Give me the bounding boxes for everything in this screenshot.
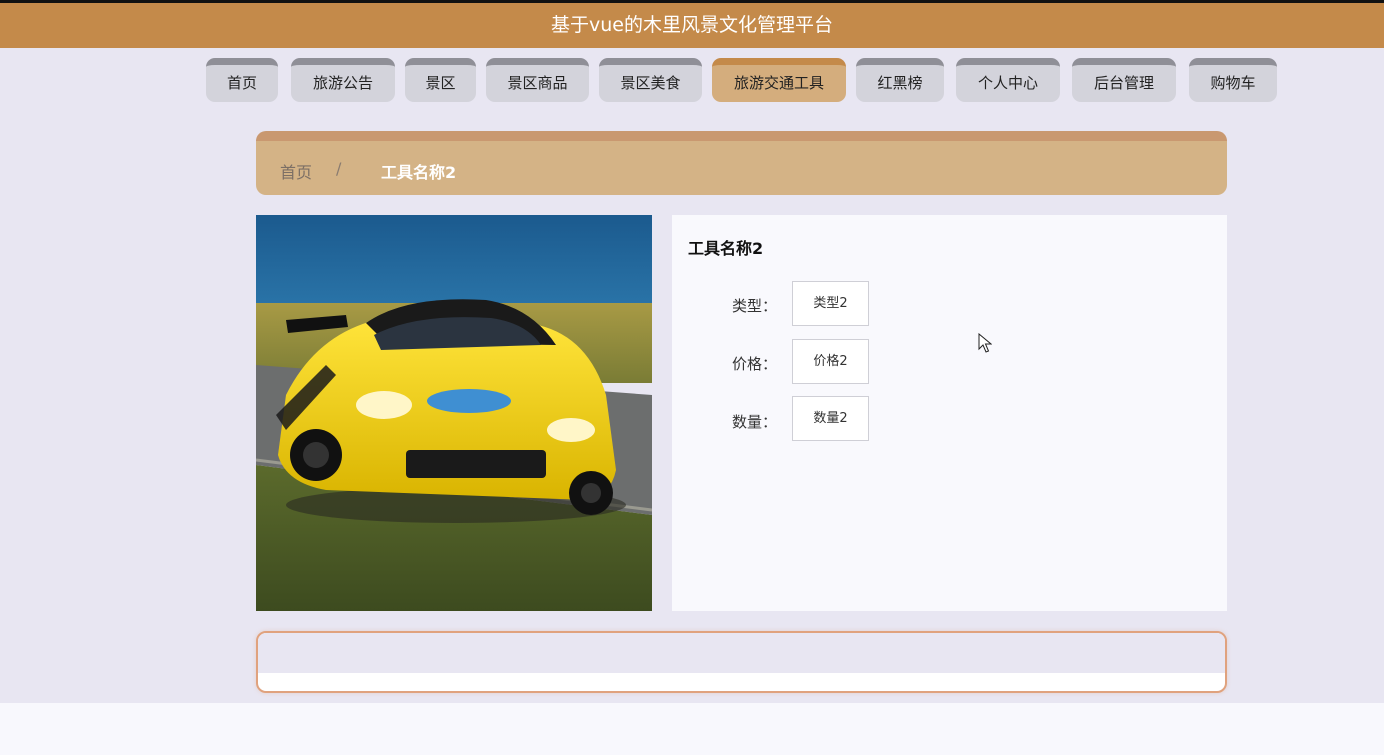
comment-box[interactable] — [256, 631, 1227, 693]
nav-item-admin[interactable]: 后台管理 — [1072, 58, 1176, 102]
price-value: 价格2 — [792, 339, 869, 384]
breadcrumb-home-link[interactable]: 首页 — [280, 159, 312, 183]
site-title: 基于vue的木里风景文化管理平台 — [551, 14, 833, 36]
quantity-value: 数量2 — [792, 396, 869, 441]
nav-item-ranking[interactable]: 红黑榜 — [856, 58, 944, 102]
quantity-label: 数量： — [732, 413, 778, 431]
mouse-cursor-icon — [978, 333, 992, 353]
nav-item-scenic-spots[interactable]: 景区 — [405, 58, 476, 102]
product-image — [256, 215, 652, 611]
comment-box-header — [258, 633, 1225, 673]
nav-item-cart[interactable]: 购物车 — [1189, 58, 1277, 102]
nav-item-scenic-food[interactable]: 景区美食 — [599, 58, 702, 102]
nav-item-announcements[interactable]: 旅游公告 — [291, 58, 395, 102]
detail-panel: 工具名称2 类型： 类型2 价格： 价格2 数量： 数量2 — [672, 215, 1227, 611]
price-label: 价格： — [732, 355, 778, 373]
site-header: 基于vue的木里风景文化管理平台 — [0, 3, 1384, 48]
nav-item-scenic-products[interactable]: 景区商品 — [486, 58, 589, 102]
breadcrumb-separator: / — [336, 159, 342, 178]
type-label: 类型： — [732, 297, 778, 315]
main-nav: 首页 旅游公告 景区 景区商品 景区美食 旅游交通工具 红黑榜 个人中心 后台管… — [0, 58, 1384, 102]
nav-item-transport[interactable]: 旅游交通工具 — [712, 58, 846, 102]
detail-title: 工具名称2 — [688, 239, 764, 258]
app-window: 基于vue的木里风景文化管理平台 首页 旅游公告 景区 景区商品 景区美食 旅游… — [0, 0, 1384, 703]
nav-item-personal-center[interactable]: 个人中心 — [956, 58, 1060, 102]
type-value: 类型2 — [792, 281, 869, 326]
breadcrumb-current: 工具名称2 — [381, 163, 457, 182]
nav-item-home[interactable]: 首页 — [206, 58, 278, 102]
breadcrumb: 首页 / 工具名称2 — [256, 131, 1227, 195]
